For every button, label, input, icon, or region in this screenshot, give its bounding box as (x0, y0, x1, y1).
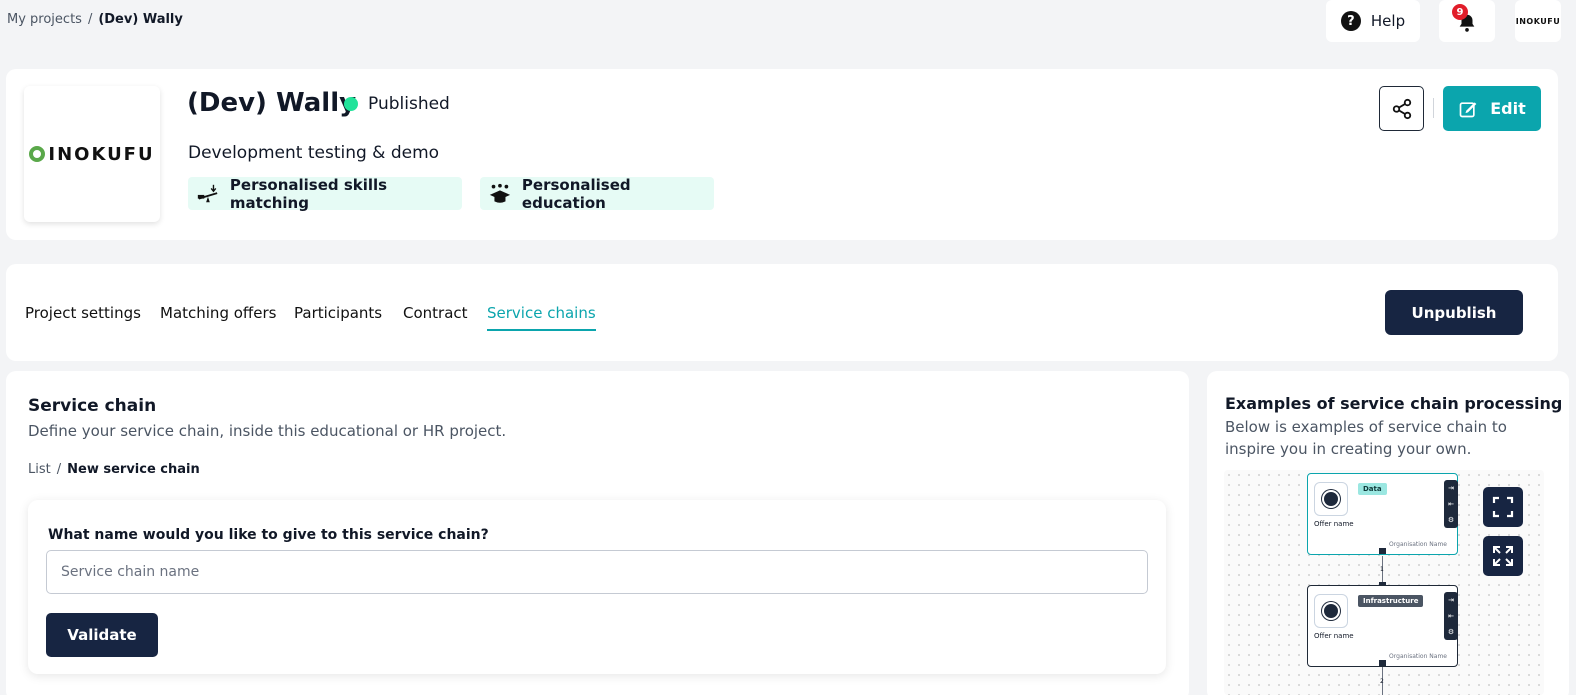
breadcrumb: My projects / (Dev) Wally (7, 12, 183, 27)
tag-label: Personalised skills matching (229, 175, 388, 212)
tab-service-chains[interactable]: Service chains (487, 304, 596, 331)
expand-icon (1493, 546, 1513, 566)
logo-text: INOKUFU (48, 143, 155, 165)
tag-label: Personalised education (521, 175, 631, 212)
edit-icon (1459, 101, 1477, 117)
organisation-name: Organisation Name (1389, 653, 1447, 660)
bell-icon: 9 (1452, 4, 1478, 32)
connect-in-icon[interactable]: ⇥ (1448, 484, 1454, 492)
offer-icon (1314, 594, 1348, 628)
breadcrumb-list[interactable]: List (28, 462, 51, 477)
tab-project-settings[interactable]: Project settings (25, 304, 141, 322)
breadcrumb-current: (Dev) Wally (98, 12, 183, 27)
project-title: (Dev) Wally (187, 88, 357, 118)
organisation-name: Organisation Name (1389, 541, 1447, 548)
connector-handle-icon (1379, 548, 1386, 554)
logo-mark-icon (29, 146, 46, 162)
tag-education: Personalised education (480, 175, 714, 212)
step-number: 1 (1380, 566, 1384, 573)
edit-label: Edit (1490, 99, 1526, 118)
gear-icon[interactable]: ⚙ (1448, 516, 1454, 524)
tag-skills-matching: Personalised skills matching (188, 175, 462, 212)
validate-button[interactable]: Validate (46, 613, 158, 657)
node-actions: ⇥ ⇤ ⚙ (1444, 480, 1458, 528)
node-tag: Data (1358, 483, 1387, 495)
fit-view-button[interactable] (1483, 487, 1523, 527)
connect-out-icon[interactable]: ⇤ (1448, 500, 1454, 508)
breadcrumb-current: New service chain (67, 462, 200, 477)
unpublish-button[interactable]: Unpublish (1385, 290, 1523, 335)
offer-icon (1314, 482, 1348, 516)
help-label: Help (1370, 12, 1406, 30)
status-dot-icon (344, 97, 358, 111)
service-chain-name-input[interactable] (46, 550, 1148, 594)
status-badge: Published (344, 94, 450, 114)
graduation-cap-icon (489, 183, 511, 203)
connect-out-icon[interactable]: ⇤ (1448, 612, 1454, 620)
name-question-label: What name would you like to give to this… (48, 527, 489, 543)
account-avatar[interactable]: INOKUFU (1515, 0, 1561, 42)
fit-view-icon (1492, 496, 1514, 518)
examples-description: Below is examples of service chain to in… (1225, 418, 1507, 458)
share-icon (1392, 98, 1411, 119)
offer-name: Offer name (1314, 632, 1354, 640)
examples-title: Examples of service chain processing (1225, 394, 1563, 413)
fullscreen-button[interactable] (1483, 536, 1523, 576)
notification-badge: 9 (1452, 4, 1468, 20)
status-label: Published (368, 94, 450, 114)
node-tag: Infrastructure (1358, 595, 1424, 607)
avatar-logo-text: INOKUFU (1515, 16, 1561, 26)
example-node-data[interactable]: Data Offer name Organisation Name ⇥ ⇤ ⚙ (1307, 473, 1458, 555)
tab-contract[interactable]: Contract (403, 304, 468, 322)
breadcrumb-separator: / (87, 12, 93, 27)
tab-participants[interactable]: Participants (294, 304, 382, 322)
notifications-button[interactable]: 9 (1439, 0, 1495, 42)
step-number: 2 (1380, 678, 1384, 685)
connector-handle-icon (1379, 660, 1386, 666)
question-icon: ? (1340, 11, 1361, 31)
section-description: Define your service chain, inside this e… (28, 422, 507, 440)
node-actions: ⇥ ⇤ ⚙ (1444, 592, 1458, 640)
breadcrumb-separator: / (56, 462, 62, 477)
tab-matching-offers[interactable]: Matching offers (160, 304, 276, 322)
connect-in-icon[interactable]: ⇥ (1448, 596, 1454, 604)
offer-name: Offer name (1314, 520, 1354, 528)
example-node-infrastructure[interactable]: Infrastructure Offer name Organisation N… (1307, 585, 1458, 667)
help-button[interactable]: ? Help (1326, 0, 1420, 42)
project-description: Development testing & demo (188, 143, 440, 163)
edit-button[interactable]: Edit (1443, 86, 1541, 131)
gear-icon[interactable]: ⚙ (1448, 628, 1454, 636)
service-chain-breadcrumb: List / New service chain (28, 462, 200, 477)
breadcrumb-my-projects[interactable]: My projects (7, 12, 82, 27)
project-logo: INOKUFU (24, 86, 160, 222)
divider (1433, 98, 1434, 118)
share-button[interactable] (1379, 86, 1424, 131)
balance-scale-icon (197, 184, 218, 202)
section-title: Service chain (28, 396, 157, 416)
